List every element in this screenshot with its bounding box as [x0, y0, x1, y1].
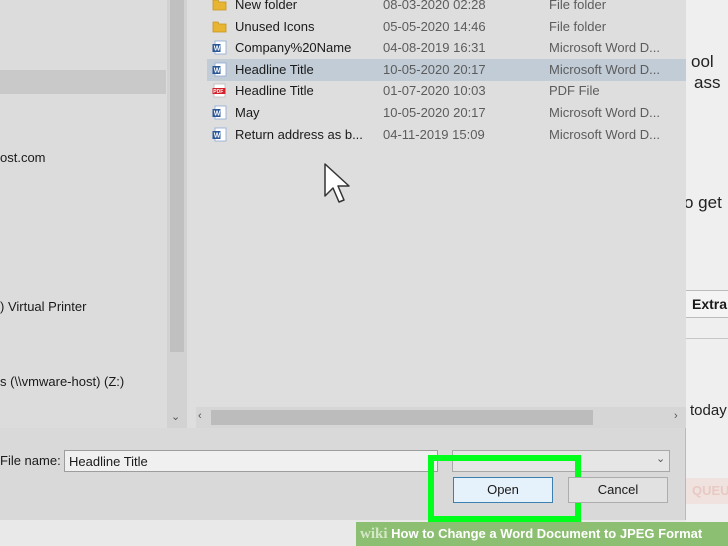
filename-input[interactable] [64, 450, 438, 472]
file-open-dialog: ost.com ) Virtual Printer s (\\vmware-ho… [0, 0, 686, 522]
word-document-icon: W [212, 127, 227, 142]
cancel-button[interactable]: Cancel [568, 477, 668, 503]
file-row[interactable]: W May 10-05-2020 20:17 Microsoft Word D... [207, 102, 686, 124]
file-type: Microsoft Word D... [549, 62, 661, 77]
word-document-icon: W [212, 62, 227, 77]
open-button[interactable]: Open [453, 477, 553, 503]
file-type: Microsoft Word D... [549, 105, 661, 120]
divider [686, 338, 728, 339]
nav-item-virtual-printer[interactable]: ) Virtual Printer [0, 299, 86, 314]
file-date: 08-03-2020 02:28 [383, 0, 486, 12]
svg-text:W: W [214, 133, 221, 140]
banner-title: How to Change a Word Document to JPEG Fo… [391, 526, 703, 541]
chevron-right-icon[interactable]: › [674, 410, 678, 422]
svg-text:W: W [214, 68, 221, 75]
file-row[interactable]: W Headline Title 10-05-2020 20:17 Microsoft… [207, 59, 686, 81]
file-date: 05-05-2020 14:46 [383, 19, 486, 34]
svg-text:PDF: PDF [213, 89, 223, 95]
file-name: Company%20Name [235, 40, 352, 55]
nav-item-network-drive[interactable]: s (\\vmware-host) (Z:) [0, 374, 124, 389]
nav-selected-item[interactable] [0, 70, 166, 94]
background-text: today [690, 402, 727, 419]
file-date: 01-07-2020 10:03 [383, 83, 486, 98]
background-text: o get [684, 193, 722, 212]
file-row[interactable]: W Return address as b... 04-11-2019 15:09 M… [207, 124, 686, 146]
file-type: Microsoft Word D... [549, 127, 661, 142]
chevron-down-icon[interactable]: ⌄ [656, 452, 665, 465]
file-type: File folder [549, 19, 607, 34]
nav-scroll-thumb[interactable] [170, 0, 184, 352]
file-date: 04-11-2019 15:09 [383, 127, 485, 142]
background-text: ool [691, 52, 714, 71]
file-list: New folder 08-03-2020 02:28 File folder Unu… [207, 0, 686, 404]
file-name: Unused Icons [235, 19, 315, 34]
file-date: 10-05-2020 20:17 [383, 62, 486, 77]
folder-icon [212, 0, 227, 12]
file-name: May [235, 105, 260, 120]
horizontal-scroll-thumb[interactable] [211, 410, 593, 425]
filename-label: File name: [0, 453, 61, 468]
file-type: PDF File [549, 83, 600, 98]
file-row[interactable]: PDF Headline Title 01-07-2020 10:03 PDF Fil… [207, 80, 686, 102]
extra-tab[interactable]: Extra [686, 290, 728, 318]
navigation-pane: ost.com ) Virtual Printer s (\\vmware-ho… [0, 0, 187, 428]
file-type: Microsoft Word D... [549, 40, 661, 55]
file-name: Headline Title [235, 62, 314, 77]
word-document-icon: W [212, 105, 227, 120]
file-row[interactable]: W Company%20Name 04-08-2019 16:31 Microsoft… [207, 37, 686, 59]
folder-icon [212, 19, 227, 34]
chevron-down-icon[interactable]: ⌄ [171, 410, 180, 423]
wikihow-banner: wiki How to Change a Word Document to JP… [356, 522, 728, 546]
wikihow-logo: wiki [360, 526, 388, 542]
file-type: File folder [549, 0, 607, 12]
mouse-pointer-icon [324, 163, 350, 203]
file-name: New folder [235, 0, 298, 12]
file-row[interactable]: New folder 08-03-2020 02:28 File folder [207, 0, 686, 16]
word-document-icon: W [212, 40, 227, 55]
pdf-file-icon: PDF [212, 83, 227, 98]
file-name: Headline Title [235, 83, 314, 98]
nav-item-host[interactable]: ost.com [0, 150, 46, 165]
file-list-pane: New folder 08-03-2020 02:28 File folder Unu… [187, 0, 686, 428]
chevron-left-icon[interactable]: ‹ [198, 410, 202, 422]
queue-button[interactable]: QUEUE [686, 478, 728, 504]
file-date: 10-05-2020 20:17 [383, 105, 486, 120]
svg-text:W: W [214, 111, 221, 118]
file-date: 04-08-2019 16:31 [383, 40, 486, 55]
svg-text:W: W [214, 46, 221, 53]
file-row[interactable]: Unused Icons 05-05-2020 14:46 File folder [207, 16, 686, 38]
background-text: ass [694, 73, 721, 92]
file-name: Return address as b... [235, 127, 363, 142]
